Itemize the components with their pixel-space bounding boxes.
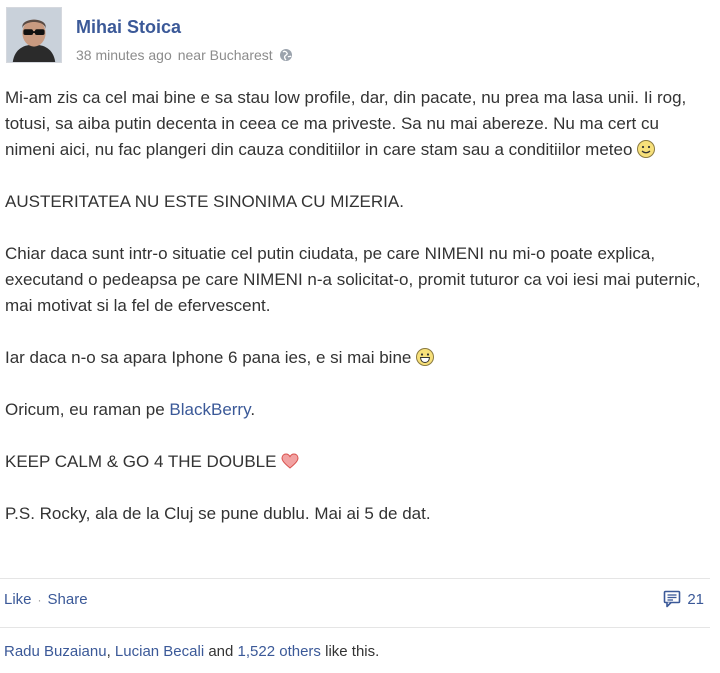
blackberry-link[interactable]: BlackBerry [169, 400, 250, 419]
divider [0, 578, 710, 579]
likes-and-text: and [204, 643, 238, 660]
post-paragraph: KEEP CALM & GO 4 THE DOUBLE [5, 449, 713, 475]
post-paragraph-text: . [250, 400, 256, 419]
post-paragraph: Iar daca n-o sa apara Iphone 6 pana ies,… [5, 345, 713, 371]
divider [0, 627, 710, 628]
globe-icon[interactable] [279, 48, 293, 62]
share-link[interactable]: Share [48, 591, 88, 608]
comment-count: 21 [687, 590, 704, 608]
action-separator: · [37, 592, 42, 607]
liker-link[interactable]: Radu Buzaianu [4, 643, 107, 660]
post-paragraph: Chiar daca sunt intr-o situatie cel puti… [5, 244, 701, 315]
avatar-photo [7, 8, 61, 62]
post-timestamp[interactable]: 38 minutes ago [76, 47, 172, 63]
like-link[interactable]: Like [4, 591, 32, 608]
post-paragraph-text: Mi-am zis ca cel mai bine e sa stau low … [5, 88, 687, 159]
post-paragraph-text: Oricum, eu raman pe [5, 400, 170, 419]
post-paragraph: P.S. Rocky, ala de la Cluj se pune dublu… [5, 504, 431, 523]
smile-emoji-icon [637, 140, 656, 158]
heart-emoji-icon [281, 453, 299, 469]
post-paragraph: AUSTERITATEA NU ESTE SINONIMA CU MIZERIA… [5, 192, 404, 211]
avatar[interactable] [6, 7, 62, 63]
post-paragraph: Mi-am zis ca cel mai bine e sa stau low … [5, 85, 713, 163]
post-paragraph-text: KEEP CALM & GO 4 THE DOUBLE [5, 452, 277, 471]
liker-link[interactable]: Lucian Becali [115, 643, 204, 660]
others-likes-link[interactable]: 1,522 others [238, 643, 321, 660]
post-body: Mi-am zis ca cel mai bine e sa stau low … [5, 85, 713, 527]
comments-button[interactable]: 21 [663, 590, 704, 608]
likes-separator: , [106, 643, 115, 660]
post-meta: 38 minutes ago near Bucharest [76, 47, 293, 63]
grin-emoji-icon [416, 348, 435, 366]
facebook-post: Mihai Stoica 38 minutes ago near Buchare… [0, 0, 720, 673]
post-header: Mihai Stoica 38 minutes ago near Buchare… [6, 7, 706, 67]
post-paragraph-text: Iar daca n-o sa apara Iphone 6 pana ies,… [5, 348, 412, 367]
author-name[interactable]: Mihai Stoica [76, 17, 181, 38]
comment-icon [664, 590, 681, 608]
likes-summary: Radu Buzaianu, Lucian Becali and 1,522 o… [4, 643, 379, 660]
post-paragraph: Oricum, eu raman pe BlackBerry. [5, 397, 713, 423]
likes-suffix: like this. [320, 643, 380, 660]
post-actions: Like · Share [4, 591, 88, 608]
post-location: near Bucharest [177, 47, 273, 63]
